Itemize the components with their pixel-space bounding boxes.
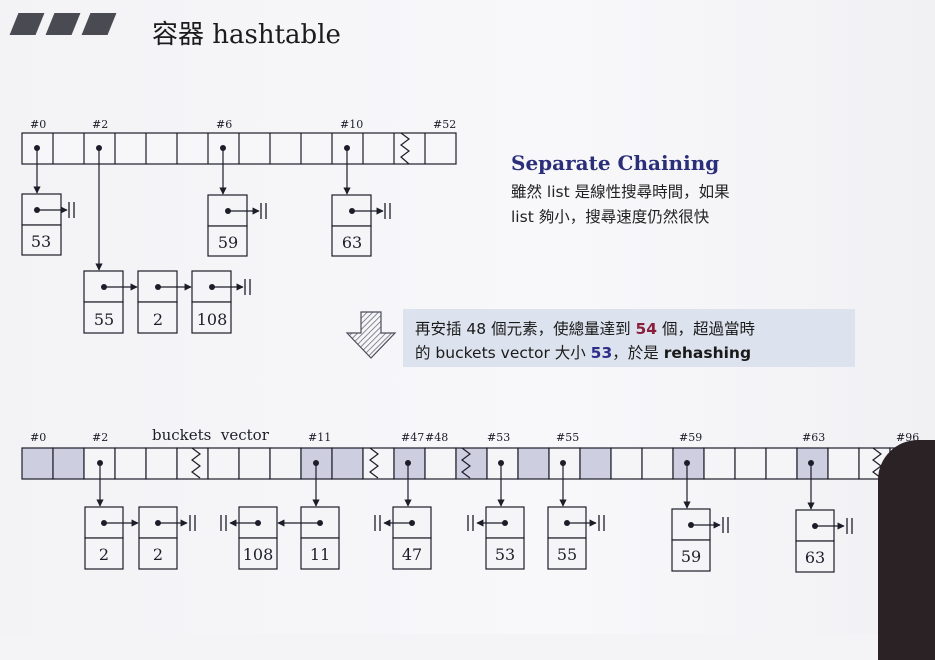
- rehash-down-arrow-icon: [345, 311, 397, 359]
- bucket-label-48: #48: [425, 431, 448, 444]
- null-terminator-icon: [598, 515, 605, 531]
- null-terminator-icon: [260, 203, 267, 219]
- bucket-cell: [641, 447, 674, 480]
- bucket-cell: [517, 447, 550, 480]
- list-node: 2: [138, 506, 196, 570]
- list-node: 108: [220, 506, 278, 570]
- null-terminator-icon: [244, 279, 251, 295]
- list-node: 11: [277, 506, 340, 570]
- null-terminator-icon: [374, 515, 381, 531]
- slide: 容器 hashtable Separate Chaining 雖然 list 是…: [0, 0, 935, 660]
- null-terminator-icon: [189, 515, 196, 531]
- bucket-label-52: #52: [433, 118, 456, 131]
- bucket-label-53: #53: [487, 431, 510, 444]
- bucket-cell: [424, 447, 457, 480]
- node-value: 63: [805, 548, 825, 567]
- presenter-silhouette: [878, 440, 935, 660]
- list-node: 55: [547, 506, 605, 570]
- list-node: 63: [795, 509, 853, 573]
- node-value: 47: [402, 545, 422, 564]
- bucket-cell: [610, 447, 643, 480]
- list-node: 63: [331, 194, 391, 257]
- node-value: 55: [557, 545, 577, 564]
- bottom-list-nodes: 2 2 108 11 47 53 55 59 63: [84, 506, 853, 573]
- null-terminator-icon: [846, 518, 853, 534]
- bucket-cell: [114, 447, 147, 480]
- node-value: 55: [94, 310, 114, 329]
- node-value: 59: [218, 233, 238, 252]
- list-node: 53: [21, 193, 75, 256]
- bucket-cell: [765, 447, 798, 480]
- bucket-cell: [827, 447, 860, 480]
- bucket-label-59: #59: [679, 431, 702, 444]
- node-value: 2: [153, 545, 163, 564]
- node-value: 108: [197, 310, 228, 329]
- bucket-label-6: #6: [216, 118, 232, 131]
- node-value: 59: [681, 547, 701, 566]
- bucket-label-2: #2: [92, 118, 108, 131]
- bucket-cell: [207, 447, 240, 480]
- node-value: 2: [153, 310, 163, 329]
- list-node: 108: [191, 270, 251, 334]
- bucket-cells: [21, 447, 922, 480]
- bucket-label-0: #0: [30, 431, 46, 444]
- node-value: 63: [342, 233, 362, 252]
- bucket-label-10: #10: [340, 118, 363, 131]
- list-node: 59: [207, 194, 267, 257]
- bucket-cell: [52, 447, 85, 480]
- node-value: 53: [31, 232, 51, 251]
- list-node: 55: [83, 270, 138, 334]
- bucket-cell: [269, 447, 302, 480]
- bucket-cell: [238, 447, 271, 480]
- bucket-label-11: #11: [308, 431, 331, 444]
- null-terminator-icon: [220, 515, 227, 531]
- bucket-cell: [579, 447, 612, 480]
- bucket-label-0: #0: [30, 118, 46, 131]
- bucket-cell: [703, 447, 736, 480]
- node-value: 2: [99, 545, 109, 564]
- null-terminator-icon: [384, 203, 391, 219]
- bucket-cell: [734, 447, 767, 480]
- node-value: 11: [310, 545, 330, 564]
- bucket-cell: [362, 447, 395, 480]
- null-terminator-icon: [722, 517, 729, 533]
- node-value: 108: [243, 545, 274, 564]
- bucket-cell: [331, 447, 364, 480]
- list-node: 59: [671, 508, 729, 572]
- bucket-cell: [176, 447, 209, 480]
- bottom-bucket-table: buckets vector #0 #2 #11 #47 #48 #53 #55…: [21, 426, 922, 480]
- null-terminator-icon: [467, 515, 474, 531]
- bucket-label-2: #2: [92, 431, 108, 444]
- bucket-cell: [21, 447, 54, 480]
- bucket-label-63: #63: [802, 431, 825, 444]
- bucket-label-55: #55: [556, 431, 579, 444]
- node-value: 53: [495, 545, 515, 564]
- list-node: 2: [137, 270, 192, 334]
- null-terminator-icon: [68, 202, 75, 218]
- bucket-cell: [455, 447, 488, 480]
- bucket-cell: [145, 447, 178, 480]
- bucket-label-47: #47: [401, 431, 424, 444]
- list-node: 2: [84, 506, 139, 570]
- list-node: 53: [467, 506, 525, 570]
- hashtable-diagram: #0 #2 #6 #10 #52 53 59 63 55 2 108 bucke…: [21, 118, 922, 573]
- buckets-vector-caption: buckets vector: [152, 426, 270, 444]
- list-node: 47: [374, 506, 432, 570]
